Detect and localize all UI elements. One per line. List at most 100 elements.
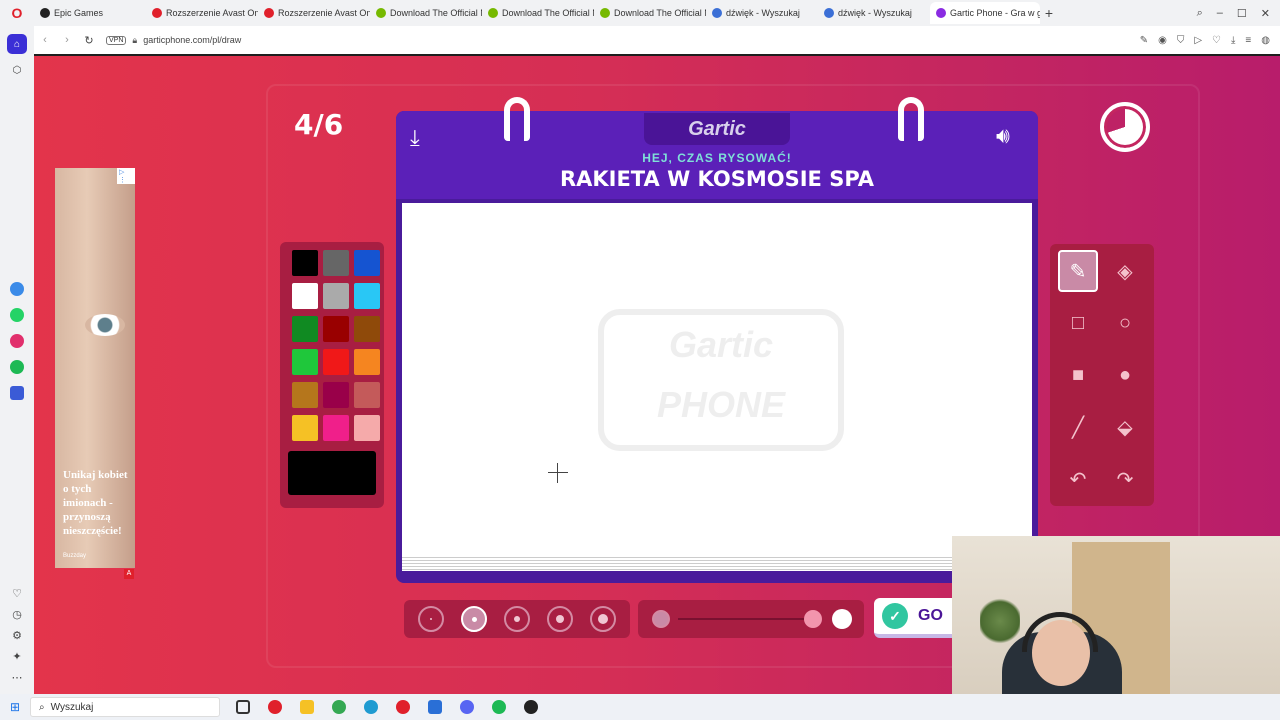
player-icon[interactable] [10,386,24,400]
opacity-knob[interactable] [804,610,822,628]
done-button[interactable]: ✓ GO [874,598,964,638]
messenger-icon[interactable] [10,282,24,296]
tab-search-2[interactable]: dźwięk - Wyszukaj [818,2,930,24]
window-controls: ⌕ – ☐ ✕ [1197,7,1280,20]
shield-icon[interactable]: ⛉ [1177,35,1185,46]
task-view-icon[interactable] [236,700,250,714]
color-swatch[interactable] [292,316,318,342]
advertisement[interactable]: ▷ ⋮ Unikaj kobiet o tych imionach - przy… [55,168,135,568]
color-swatch[interactable] [323,415,349,441]
more-icon[interactable]: ⋯ [12,671,23,684]
maximize-button[interactable]: ☐ [1237,7,1247,20]
opera-logo[interactable]: O [0,0,34,26]
search-tabs-icon[interactable]: ⌕ [1197,7,1203,20]
color-swatch[interactable] [354,316,380,342]
color-swatch[interactable] [354,283,380,309]
color-swatch[interactable] [354,250,380,276]
download-icon[interactable]: ⤓ [410,125,420,151]
color-swatch[interactable] [354,382,380,408]
url-field[interactable]: garticphone.com/pl/draw [143,35,241,45]
current-color-swatch[interactable] [288,451,376,495]
color-swatch[interactable] [354,349,380,375]
pencil-tool-icon[interactable]: ✎ [1058,250,1098,292]
discord-icon[interactable] [460,700,474,714]
color-swatch[interactable] [292,250,318,276]
color-swatch[interactable] [292,349,318,375]
settings-icon[interactable]: ⚙ [12,629,22,642]
brush-size-2[interactable] [461,606,488,632]
windows-start-icon[interactable]: ⊞ [0,700,30,714]
outlook-icon[interactable] [428,700,442,714]
color-swatch[interactable] [323,250,349,276]
tab-nvidia-1[interactable]: Download The Official NV [370,2,482,24]
whatsapp-icon[interactable] [10,308,24,322]
file-explorer-icon[interactable] [300,700,314,714]
brush-size-4[interactable] [546,606,573,632]
bulb-icon[interactable]: ✦ [12,650,21,663]
menu-icon[interactable]: ≡ [1245,35,1251,46]
rectangle-fill-tool-icon[interactable]: ■ [1058,354,1098,396]
tab-avast-2[interactable]: Rozszerzenie Avast Online [258,2,370,24]
new-tab-button[interactable]: + [1040,5,1058,21]
instagram-icon[interactable] [10,334,24,348]
vpn-badge[interactable]: VPN [106,35,127,45]
tab-nvidia-3[interactable]: Download The Official NV [594,2,706,24]
sound-icon[interactable]: 🔊︎ [996,123,1010,149]
ad-choices-icon[interactable]: ▷ ⋮ [117,168,135,184]
tab-avast-1[interactable]: Rozszerzenie Avast Online [146,2,258,24]
home-icon[interactable]: ⌂ [7,34,27,54]
chrome-icon[interactable] [332,700,346,714]
circle-outline-tool-icon[interactable]: ○ [1105,302,1145,344]
color-swatch[interactable] [292,283,318,309]
tab-search-1[interactable]: dźwięk - Wyszukaj [706,2,818,24]
color-swatch[interactable] [292,382,318,408]
heart-icon[interactable]: ♡ [12,587,22,600]
opera-icon[interactable] [396,700,410,714]
eraser-tool-icon[interactable]: ◈ [1105,250,1145,292]
color-swatch[interactable] [354,415,380,441]
drawing-canvas[interactable]: Gartic PHONE [402,203,1032,555]
lock-icon[interactable]: 🔒︎ [132,35,137,46]
undo-icon[interactable]: ↶ [1058,458,1098,500]
color-swatch[interactable] [292,415,318,441]
spotify-icon[interactable] [10,360,24,374]
minimize-button[interactable]: – [1217,7,1223,20]
color-swatch[interactable] [323,316,349,342]
rectangle-outline-tool-icon[interactable]: □ [1058,302,1098,344]
color-swatch[interactable] [323,283,349,309]
color-swatch[interactable] [323,382,349,408]
brush-size-5[interactable] [589,606,616,632]
opacity-track[interactable] [678,618,818,620]
close-button[interactable]: ✕ [1261,7,1270,20]
forward-icon[interactable]: › [56,34,78,46]
obs-icon[interactable] [524,700,538,714]
edge-icon[interactable] [364,700,378,714]
redo-icon[interactable]: ↷ [1105,458,1145,500]
color-swatch[interactable] [323,349,349,375]
brush-size-1[interactable] [418,606,445,632]
reload-icon[interactable]: ↻ [78,34,100,47]
opacity-slider[interactable] [638,600,864,638]
tab-nvidia-2[interactable]: Download The Official NV [482,2,594,24]
circle-fill-tool-icon[interactable]: ● [1105,354,1145,396]
play-icon[interactable]: ▷ [1194,35,1202,46]
taskbar-search-field[interactable]: ⌕ Wyszukaj [30,697,220,717]
ad-text[interactable]: Unikaj kobiet o tych imionach - przynosz… [63,468,135,538]
brush-size-3[interactable] [503,606,530,632]
profile-icon[interactable]: ◍ [1261,35,1270,46]
search-icon: ⌕ [39,701,45,713]
camera-icon[interactable]: ◉ [1158,35,1167,46]
office-icon[interactable] [268,700,282,714]
tab-epic-games[interactable]: Epic Games [34,2,146,24]
spotify-icon[interactable] [492,700,506,714]
fill-bucket-tool-icon[interactable]: ⬙ [1105,406,1145,448]
download-icon[interactable]: ⤓ [1231,35,1235,46]
tab-gartic-phone[interactable]: Gartic Phone - Gra w głu [930,2,1040,24]
line-tool-icon[interactable]: ╱ [1058,406,1098,448]
workspaces-icon[interactable]: ⬡ [7,60,27,80]
history-icon[interactable]: ◷ [12,608,22,621]
ad-sponsor: Buzzday [63,553,87,559]
edit-icon[interactable]: ✎ [1140,35,1148,46]
heart-icon[interactable]: ♡ [1212,35,1221,46]
back-icon[interactable]: ‹ [34,34,56,46]
